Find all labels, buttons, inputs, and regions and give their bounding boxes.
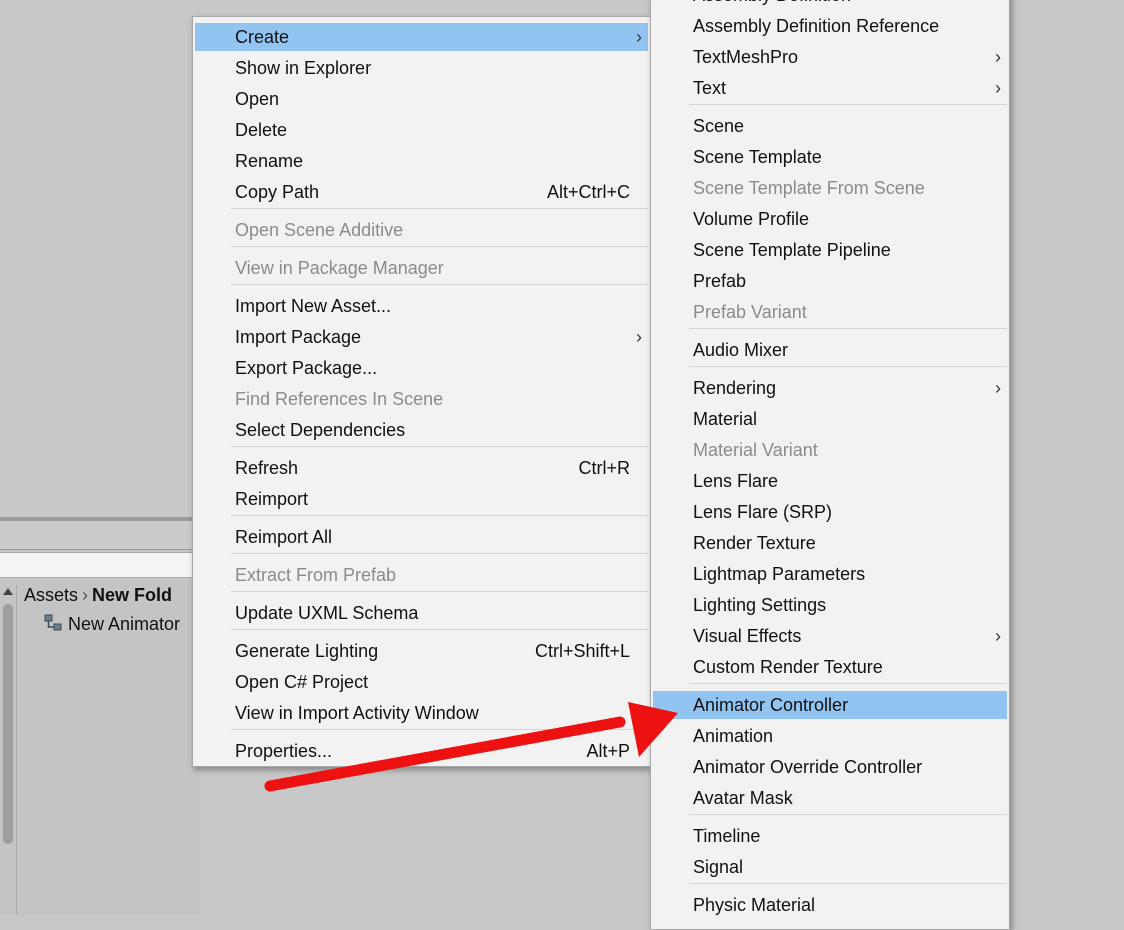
arrow-head — [628, 702, 678, 757]
annotation-arrow — [264, 702, 678, 792]
arrow-shaft — [264, 716, 626, 792]
